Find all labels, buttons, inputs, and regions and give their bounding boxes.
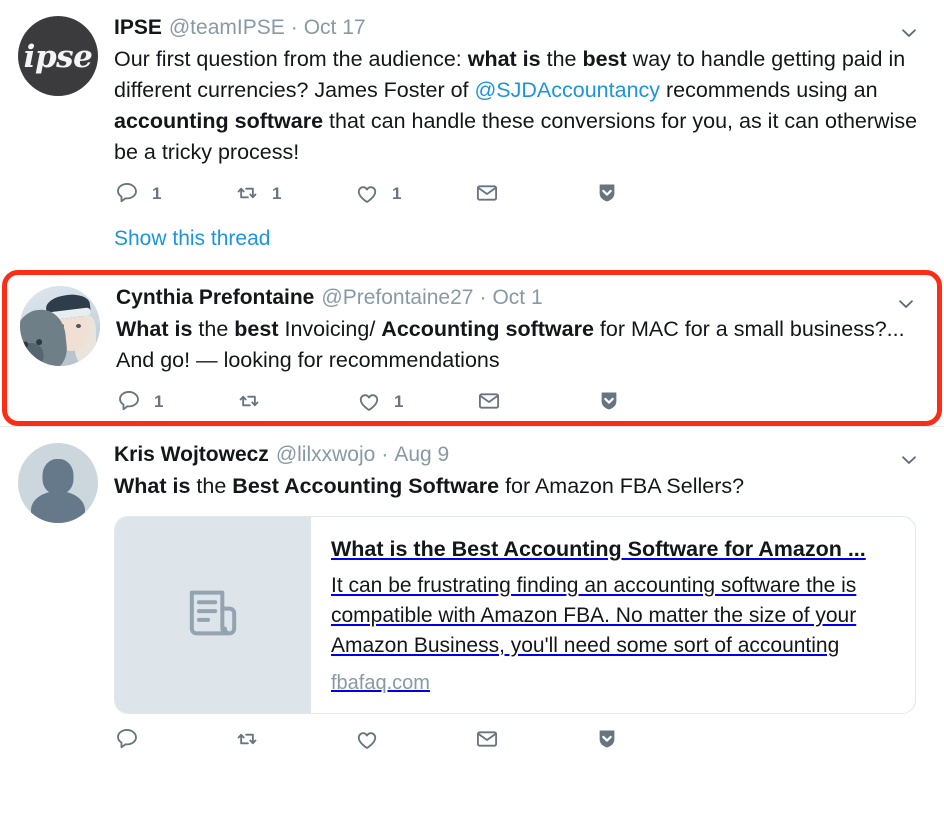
tweet-header: Kris Wojtowecz @lilxxwojo · Aug 9 [114, 441, 922, 469]
tweet-actions [114, 726, 714, 756]
separator-dot: · [290, 16, 298, 39]
dm-action[interactable] [476, 388, 596, 414]
chevron-down-icon[interactable] [895, 293, 917, 315]
retweet-count: 1 [272, 183, 282, 203]
like-action[interactable]: 1 [356, 388, 476, 414]
tweet-timestamp[interactable]: Oct 17 [304, 14, 366, 42]
more-action[interactable] [594, 180, 714, 206]
reply-action[interactable] [114, 726, 234, 752]
tweet-timestamp[interactable]: Aug 9 [394, 441, 449, 469]
retweet-icon [234, 180, 260, 206]
tweet-text-bold: What is [116, 317, 193, 341]
like-count: 1 [392, 183, 402, 203]
tweet-text-bold: accounting software [114, 109, 324, 133]
shield-chevron-down-icon [594, 180, 620, 206]
tweet[interactable]: Cynthia Prefontaine @Prefontaine27 · Oct… [2, 270, 942, 426]
tweet-timeline: ipse IPSE @teamIPSE · Oct 17 Our first q… [0, 0, 944, 834]
heart-icon [354, 726, 380, 752]
tweet-text-run: the [192, 317, 235, 341]
tweet-timestamp[interactable]: Oct 1 [492, 284, 542, 312]
reply-icon [114, 726, 140, 752]
more-action[interactable] [596, 388, 716, 414]
tweet-text-bold: what is [467, 47, 541, 71]
reply-icon [116, 388, 142, 414]
separator-dot: · [479, 286, 487, 309]
tweet-actions: 1 1 [116, 388, 716, 418]
tweet-text-bold: best [234, 317, 279, 341]
envelope-icon [476, 388, 502, 414]
card-body: What is the Best Accounting Software for… [311, 517, 915, 713]
tweet-content: Kris Wojtowecz @lilxxwojo · Aug 9 What i… [100, 441, 930, 756]
retweet-action[interactable]: 1 [234, 180, 354, 206]
tweet-text: Our first question from the audience: wh… [114, 44, 922, 168]
author-name[interactable]: Kris Wojtowecz [114, 441, 269, 469]
tweet-text-bold: What is [114, 474, 191, 498]
shield-chevron-down-icon [594, 726, 620, 752]
card-thumbnail [115, 517, 311, 713]
heart-icon [354, 180, 380, 206]
separator-dot: · [381, 443, 389, 466]
like-count: 1 [394, 391, 404, 411]
reply-icon [114, 180, 140, 206]
avatar[interactable] [18, 443, 98, 523]
reply-count: 1 [154, 391, 164, 411]
like-action[interactable]: 1 [354, 180, 474, 206]
avatar-logo-text: ipse [23, 38, 93, 75]
heart-icon [356, 388, 382, 414]
reply-action[interactable]: 1 [114, 180, 234, 206]
tweet-content: Cynthia Prefontaine @Prefontaine27 · Oct… [102, 284, 928, 418]
shield-chevron-down-icon [596, 388, 622, 414]
author-handle[interactable]: @lilxxwojo [276, 441, 376, 469]
link-card[interactable]: What is the Best Accounting Software for… [114, 516, 916, 714]
tweet-text-bold: Accounting software [381, 317, 594, 341]
retweet-icon [234, 726, 260, 752]
avatar-column: ipse [18, 14, 100, 262]
retweet-icon [236, 388, 262, 414]
avatar[interactable] [20, 286, 100, 366]
tweet-actions: 1 1 1 [114, 180, 714, 210]
card-domain: fbafaq.com [331, 672, 430, 694]
tweet-text-run: the [190, 474, 233, 498]
tweet[interactable]: Kris Wojtowecz @lilxxwojo · Aug 9 What i… [0, 426, 944, 764]
tweet-text-run: Our first question from the audience: [114, 47, 468, 71]
author-handle[interactable]: @teamIPSE [169, 14, 285, 42]
tweet[interactable]: ipse IPSE @teamIPSE · Oct 17 Our first q… [0, 0, 944, 270]
reply-count: 1 [152, 183, 162, 203]
retweet-action[interactable] [236, 388, 356, 414]
dm-action[interactable] [474, 180, 594, 206]
avatar-column [18, 441, 100, 756]
avatar-column [20, 284, 102, 418]
tweet-text-bold: best [582, 47, 627, 71]
like-action[interactable] [354, 726, 474, 752]
author-handle[interactable]: @Prefontaine27 [321, 284, 473, 312]
mention-link[interactable]: @SJDAccountancy [474, 78, 660, 102]
tweet-text: What is the Best Accounting Software for… [114, 471, 922, 502]
card-title: What is the Best Accounting Software for… [331, 537, 866, 561]
author-name[interactable]: IPSE [114, 14, 162, 42]
card-description: It can be frustrating finding an account… [331, 574, 857, 657]
tweet-text-bold: Best Accounting Software [232, 474, 500, 498]
tweet-text-run: recommends using an [660, 78, 878, 102]
tweet-header: IPSE @teamIPSE · Oct 17 [114, 14, 922, 42]
show-thread-link[interactable]: Show this thread [114, 224, 922, 254]
tweet-text: What is the best Invoicing/ Accounting s… [116, 314, 920, 376]
tweet-text-run: the [540, 47, 583, 71]
chevron-down-icon[interactable] [898, 449, 920, 471]
tweet-header: Cynthia Prefontaine @Prefontaine27 · Oct… [116, 284, 920, 312]
envelope-icon [474, 726, 500, 752]
person-silhouette-icon [42, 459, 74, 494]
article-placeholder-icon [180, 580, 246, 651]
reply-action[interactable]: 1 [116, 388, 236, 414]
envelope-icon [474, 180, 500, 206]
tweet-content: IPSE @teamIPSE · Oct 17 Our first questi… [100, 14, 930, 262]
retweet-action[interactable] [234, 726, 354, 752]
author-name[interactable]: Cynthia Prefontaine [116, 284, 314, 312]
more-action[interactable] [594, 726, 714, 752]
chevron-down-icon[interactable] [898, 22, 920, 44]
tweet-text-run: for Amazon FBA Sellers? [499, 474, 745, 498]
avatar[interactable]: ipse [18, 16, 98, 96]
dm-action[interactable] [474, 726, 594, 752]
tweet-text-run: Invoicing/ [278, 317, 382, 341]
